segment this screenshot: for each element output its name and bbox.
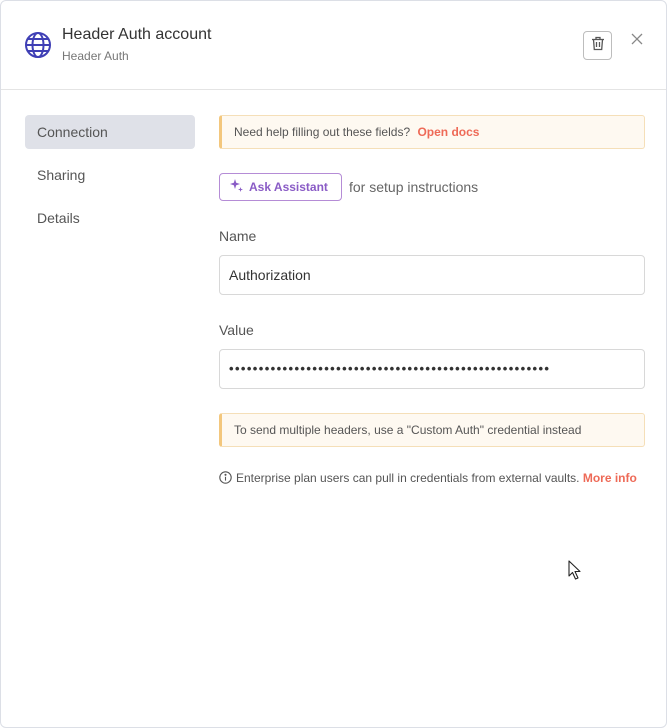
vault-info-text: Enterprise plan users can pull in creden… [236, 471, 580, 485]
credential-modal: Header Auth account Header Auth Connecti… [0, 0, 667, 728]
headers-callout: To send multiple headers, use a "Custom … [219, 413, 645, 447]
open-docs-link[interactable]: Open docs [417, 125, 479, 139]
name-field-label: Name [219, 228, 257, 244]
modal-title: Header Auth account [62, 26, 212, 43]
ask-assistant-label: Ask Assistant [249, 180, 328, 194]
close-icon [631, 32, 643, 50]
assistant-suffix-text: for setup instructions [349, 179, 479, 195]
help-callout-text: Need help filling out these fields? [234, 125, 411, 139]
info-icon [219, 471, 232, 489]
close-button[interactable] [628, 32, 646, 50]
modal-header: Header Auth account Header Auth [1, 1, 666, 90]
value-input[interactable]: ••••••••••••••••••••••••••••••••••••••••… [219, 349, 645, 389]
value-field-label: Value [219, 322, 254, 338]
sparkle-icon [230, 179, 249, 195]
name-input[interactable]: Authorization [219, 255, 645, 295]
ask-assistant-button[interactable]: Ask Assistant [219, 173, 342, 201]
help-callout: Need help filling out these fields? Open… [219, 115, 645, 149]
trash-icon [591, 36, 605, 56]
modal-subtitle: Header Auth [62, 49, 129, 63]
sidebar-item-sharing[interactable]: Sharing [25, 158, 195, 192]
globe-icon [24, 31, 52, 59]
mouse-cursor-icon [568, 560, 582, 586]
headers-callout-text: To send multiple headers, use a "Custom … [234, 423, 582, 437]
more-info-link[interactable]: More info [583, 471, 637, 485]
sidebar-item-connection[interactable]: Connection [25, 115, 195, 149]
delete-button[interactable] [583, 31, 612, 60]
sidebar-item-details[interactable]: Details [25, 201, 195, 235]
